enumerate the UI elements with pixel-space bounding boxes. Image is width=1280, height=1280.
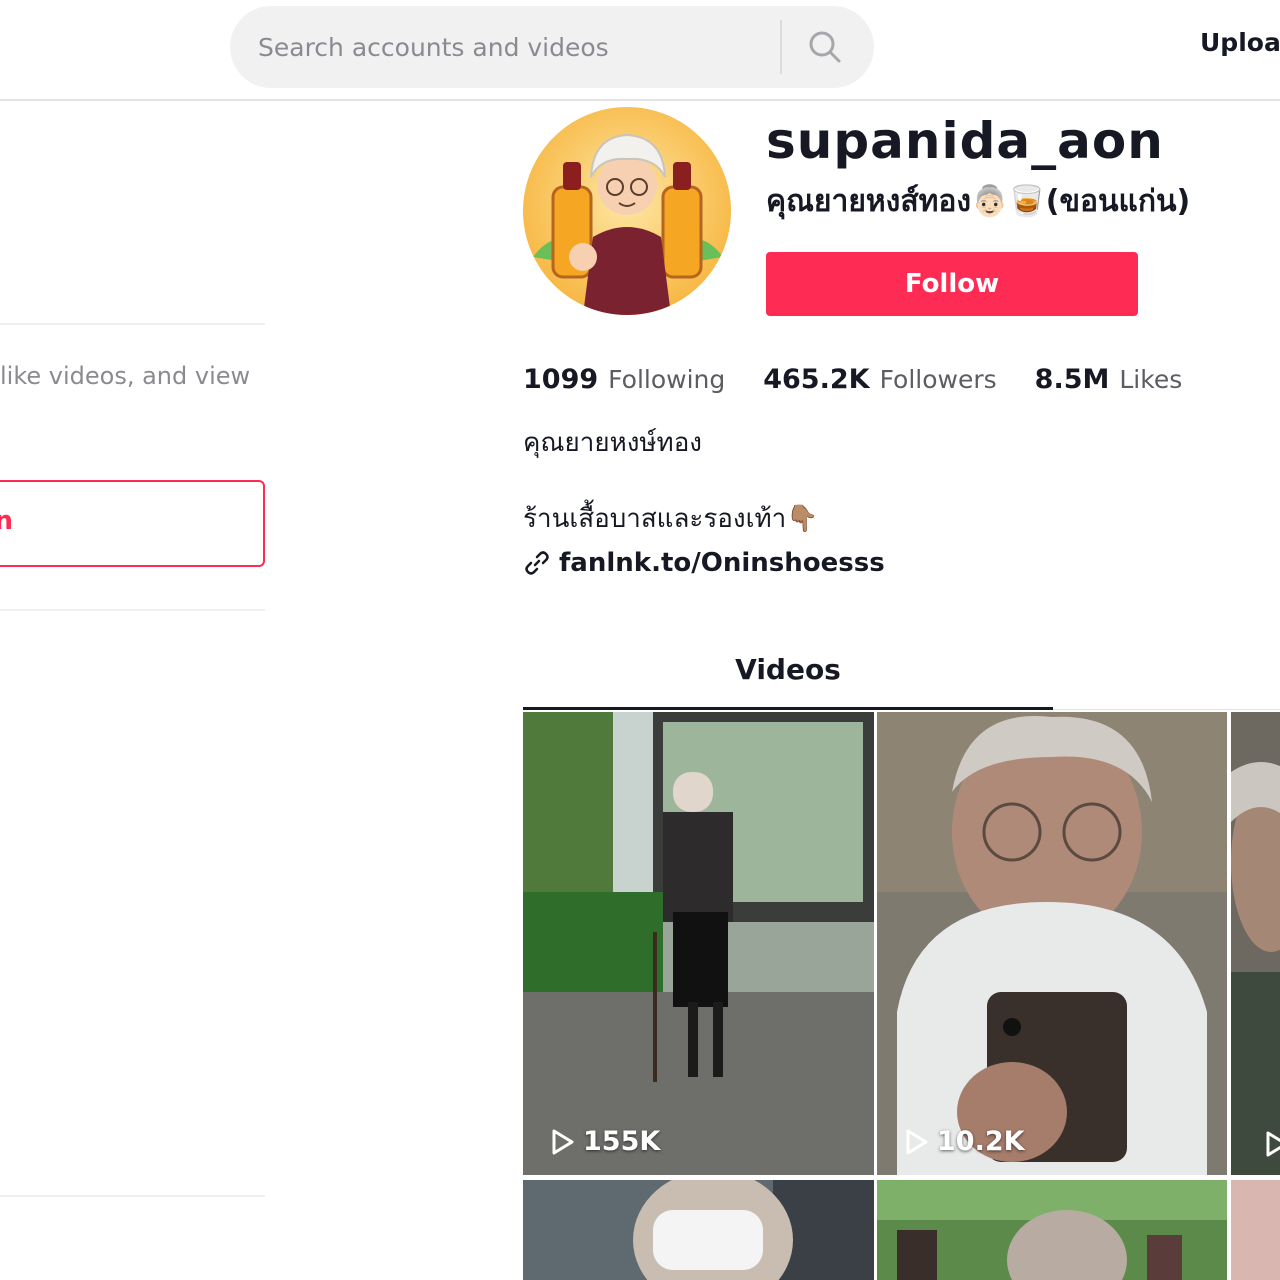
search-button[interactable] [798,20,852,74]
tab-videos-label: Videos [735,653,841,686]
play-icon [552,1129,574,1154]
tab-active-indicator [523,707,1053,710]
view-count: 10.2K [905,1126,1025,1157]
stat-value: 465.2K [763,364,870,395]
search-icon [809,31,841,63]
video-thumbnail[interactable] [1231,712,1280,1175]
profile-username: supanida_aon [766,112,1164,170]
stat-label: Likes [1119,365,1183,394]
stat-label: Following [608,365,726,394]
video-thumbnail-image [1231,1180,1280,1280]
video-thumbnail-image [1231,712,1280,1175]
search-divider [780,20,782,74]
bio-line: ร้านเสื้อบาสและรองเท้า👇🏽 [523,504,819,534]
top-header: Upload [0,0,1280,101]
video-thumbnail-image [877,1180,1227,1280]
search-bar[interactable] [230,6,874,88]
upload-button[interactable]: Upload [1200,28,1280,57]
avatar-illustration [523,107,731,315]
sidebar-divider [0,609,265,611]
stat-label: Followers [879,365,997,394]
video-thumbnail-image [523,1180,874,1280]
follow-button[interactable]: Follow [766,252,1138,316]
tab-videos[interactable]: Videos [523,640,1053,710]
sidebar-divider [0,1195,265,1197]
view-count-text: 155K [583,1126,661,1157]
profile-stats: 1099 Following 465.2K Followers 8.5M Lik… [523,364,1220,395]
search-input[interactable] [258,6,778,88]
profile-tabs: Videos [523,640,1280,710]
login-button[interactable]: n [0,480,265,567]
view-count-text: 10.2K [937,1126,1025,1157]
bio-link-text: fanlnk.to/Oninshoesss [559,548,885,578]
bio-link[interactable]: fanlnk.to/Oninshoesss [523,548,885,578]
video-thumbnail-image [877,712,1227,1175]
login-button-label: n [0,506,13,536]
stat-likes: 8.5M Likes [1035,364,1183,395]
sidebar-divider [0,323,265,325]
login-prompt-text: like videos, and view [0,362,251,390]
video-thumbnail-image [523,712,874,1175]
video-thumbnail[interactable] [877,1180,1227,1280]
stat-value: 1099 [523,364,599,395]
play-icon [906,1129,928,1154]
profile-nickname: คุณยายหงส์ทอง👵🏻🥃(ขอนแก่น) [766,184,1191,219]
view-count: 155K [551,1126,660,1157]
video-thumbnail[interactable] [1231,1180,1280,1280]
video-thumbnail[interactable]: 10.2K [877,712,1227,1175]
bio-line: คุณยายหงษ์ทอง [523,428,703,458]
stat-value: 8.5M [1034,364,1110,395]
avatar[interactable] [523,107,731,315]
stat-following[interactable]: 1099 Following [523,364,725,395]
video-thumbnail[interactable] [523,1180,874,1280]
stat-followers[interactable]: 465.2K Followers [763,364,996,395]
play-icon [1266,1131,1280,1157]
view-count [1265,1131,1280,1157]
link-icon [525,551,549,575]
video-thumbnail[interactable]: 155K [523,712,874,1175]
